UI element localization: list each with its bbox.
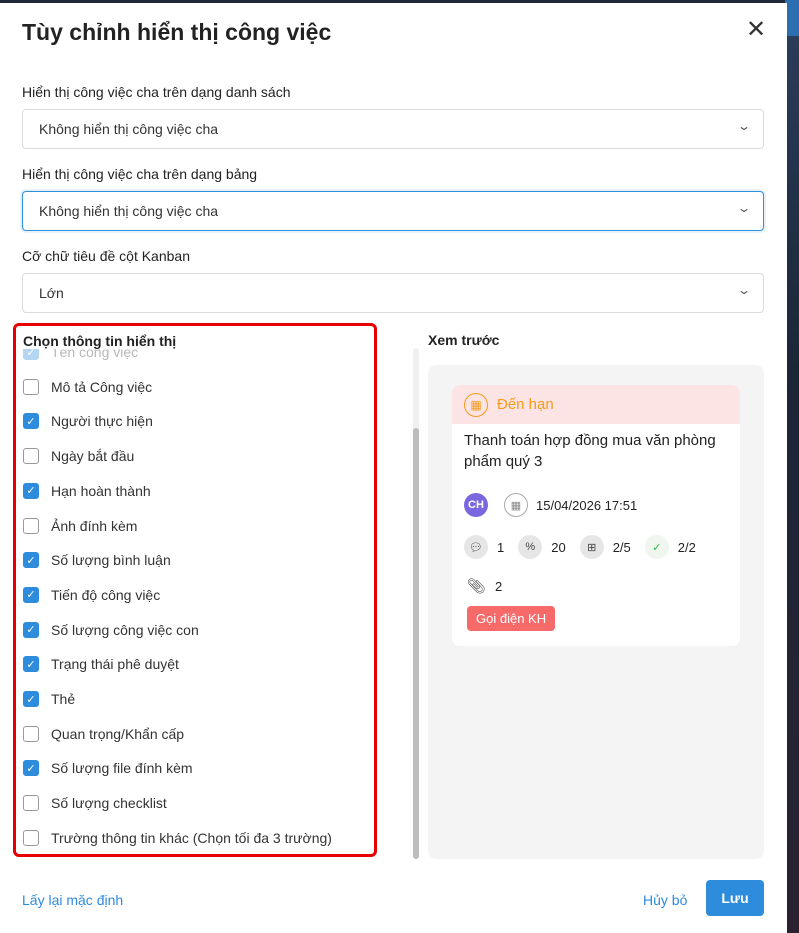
option-item[interactable]: ✓ Số lượng bình luận: [23, 550, 171, 570]
checkbox[interactable]: ✓: [23, 760, 39, 777]
option-label: Số lượng checklist: [51, 795, 167, 812]
option-item[interactable]: ✓ Người thực hiện: [23, 411, 153, 431]
close-icon[interactable]: ✕: [746, 18, 766, 42]
checkbox[interactable]: [23, 517, 39, 534]
options-scrollbar-thumb[interactable]: [413, 428, 419, 859]
preview-label: Xem trước: [428, 332, 500, 348]
option-label: Số lượng file đính kèm: [51, 760, 193, 777]
checkbox[interactable]: [23, 448, 39, 465]
option-label: Người thực hiện: [51, 413, 153, 430]
option-item[interactable]: Số lượng checklist: [23, 793, 167, 813]
checkbox[interactable]: [23, 378, 39, 395]
option-label: Ngày bắt đầu: [51, 448, 135, 465]
reset-default-link[interactable]: Lấy lại mặc định: [22, 892, 123, 908]
comment-count: 1: [497, 539, 505, 555]
list-parent-label: Hiển thị công việc cha trên dạng danh sá…: [22, 84, 291, 100]
checkbox[interactable]: ✓: [23, 552, 39, 569]
options-title: Chọn thông tin hiển thị: [23, 333, 323, 349]
background-page: [785, 0, 799, 933]
option-label: Thẻ: [51, 691, 76, 707]
option-item[interactable]: Trường thông tin khác (Chọn tối đa 3 trư…: [23, 828, 332, 848]
option-item[interactable]: ✓ Hạn hoàn thành: [23, 481, 151, 501]
display-options-panel: Chọn thông tin hiển thị ✓ Tên công việc Mô…: [13, 323, 377, 857]
list-parent-value: Không hiển thị công việc cha: [39, 121, 219, 137]
board-parent-label: Hiển thị công việc cha trên dạng bảng: [22, 166, 258, 182]
cancel-button[interactable]: Hủy bỏ: [643, 892, 687, 908]
option-item[interactable]: ✓ Tiến độ công việc: [23, 585, 160, 605]
checkbox[interactable]: [23, 829, 39, 846]
status-header: ▦ Đến hạn: [452, 385, 740, 424]
option-label: Ảnh đính kèm: [51, 517, 138, 534]
option-item[interactable]: ✓ Số lượng file đính kèm: [23, 758, 193, 778]
checkbox[interactable]: ✓: [23, 413, 39, 430]
checkbox[interactable]: ✓: [23, 621, 39, 638]
approval-count: 2/2: [677, 539, 696, 555]
option-label: Trường thông tin khác (Chọn tối đa 3 trư…: [51, 829, 332, 846]
comment-icon: 💬︎: [464, 535, 488, 559]
avatar: CH: [464, 493, 488, 517]
progress-value: 20: [551, 539, 566, 555]
option-item[interactable]: Quan trọng/Khẩn cấp: [23, 724, 184, 744]
preview-area: ▦ Đến hạn Thanh toán hợp đồng mua văn phò…: [428, 365, 764, 859]
option-label: Số lượng công việc con: [51, 621, 199, 638]
option-label: Quan trọng/Khẩn cấp: [51, 725, 185, 742]
board-parent-value: Không hiển thị công việc cha: [39, 203, 219, 219]
checkbox[interactable]: [23, 795, 39, 812]
option-item[interactable]: ✓ Trạng thái phê duyệt: [23, 654, 179, 674]
attachment-count: 2: [495, 578, 503, 594]
subtask-count: 2/5: [612, 539, 631, 555]
calendar-icon: ▦: [464, 392, 488, 417]
option-label: Số lượng bình luận: [51, 552, 171, 569]
calendar-icon: ▦: [504, 493, 528, 517]
task-card-preview: ▦ Đến hạn Thanh toán hợp đồng mua văn phò…: [452, 385, 740, 646]
paperclip-icon: 📎︎: [466, 578, 486, 595]
option-item[interactable]: Mô tả Công việc: [23, 377, 152, 397]
chevron-down-icon: ⌄: [736, 201, 752, 215]
task-title: Thanh toán hợp đồng mua văn phòng phẩm q…: [464, 432, 716, 470]
checkbox[interactable]: ✓: [23, 691, 39, 707]
kanban-font-value: Lớn: [39, 285, 64, 301]
option-item[interactable]: Ảnh đính kèm: [23, 516, 137, 536]
option-label: Mô tả Công việc: [51, 378, 153, 395]
checkbox[interactable]: ✓: [23, 586, 39, 603]
option-item[interactable]: ✓ Thẻ: [23, 689, 75, 709]
list-parent-select[interactable]: Không hiển thị công việc cha ⌄: [22, 109, 764, 149]
chevron-down-icon: ⌄: [736, 119, 752, 133]
kanban-font-label: Cỡ chữ tiêu đề cột Kanban: [22, 248, 190, 264]
due-date: 15/04/2026 17:51: [536, 497, 638, 513]
status-label: Đến hạn: [497, 396, 554, 413]
percent-icon: %: [518, 535, 543, 559]
board-parent-select[interactable]: Không hiển thị công việc cha ⌄: [22, 191, 764, 231]
dialog-title: Tùy chỉnh hiển thị công việc: [22, 19, 332, 45]
save-button[interactable]: Lưu: [706, 880, 764, 916]
option-label: Tiến độ công việc: [51, 586, 161, 603]
option-label: Hạn hoàn thành: [51, 482, 151, 499]
option-item[interactable]: ✓ Số lượng công việc con: [23, 620, 199, 640]
tag-badge: Gọi điện KH: [467, 606, 556, 631]
user-check-icon: ✓: [644, 535, 669, 559]
subtask-icon: ⊞: [579, 535, 604, 559]
checkbox[interactable]: ✓: [23, 482, 39, 499]
customize-dialog: Tùy chỉnh hiển thị công việc ✕ Hiển thị …: [0, 3, 787, 933]
option-item[interactable]: Ngày bắt đầu: [23, 446, 134, 466]
checkbox[interactable]: [23, 725, 39, 742]
option-label: Trạng thái phê duyệt: [51, 656, 179, 673]
kanban-font-select[interactable]: Lớn ⌄: [22, 273, 764, 313]
chevron-down-icon: ⌄: [736, 283, 752, 297]
checkbox[interactable]: ✓: [23, 656, 39, 673]
